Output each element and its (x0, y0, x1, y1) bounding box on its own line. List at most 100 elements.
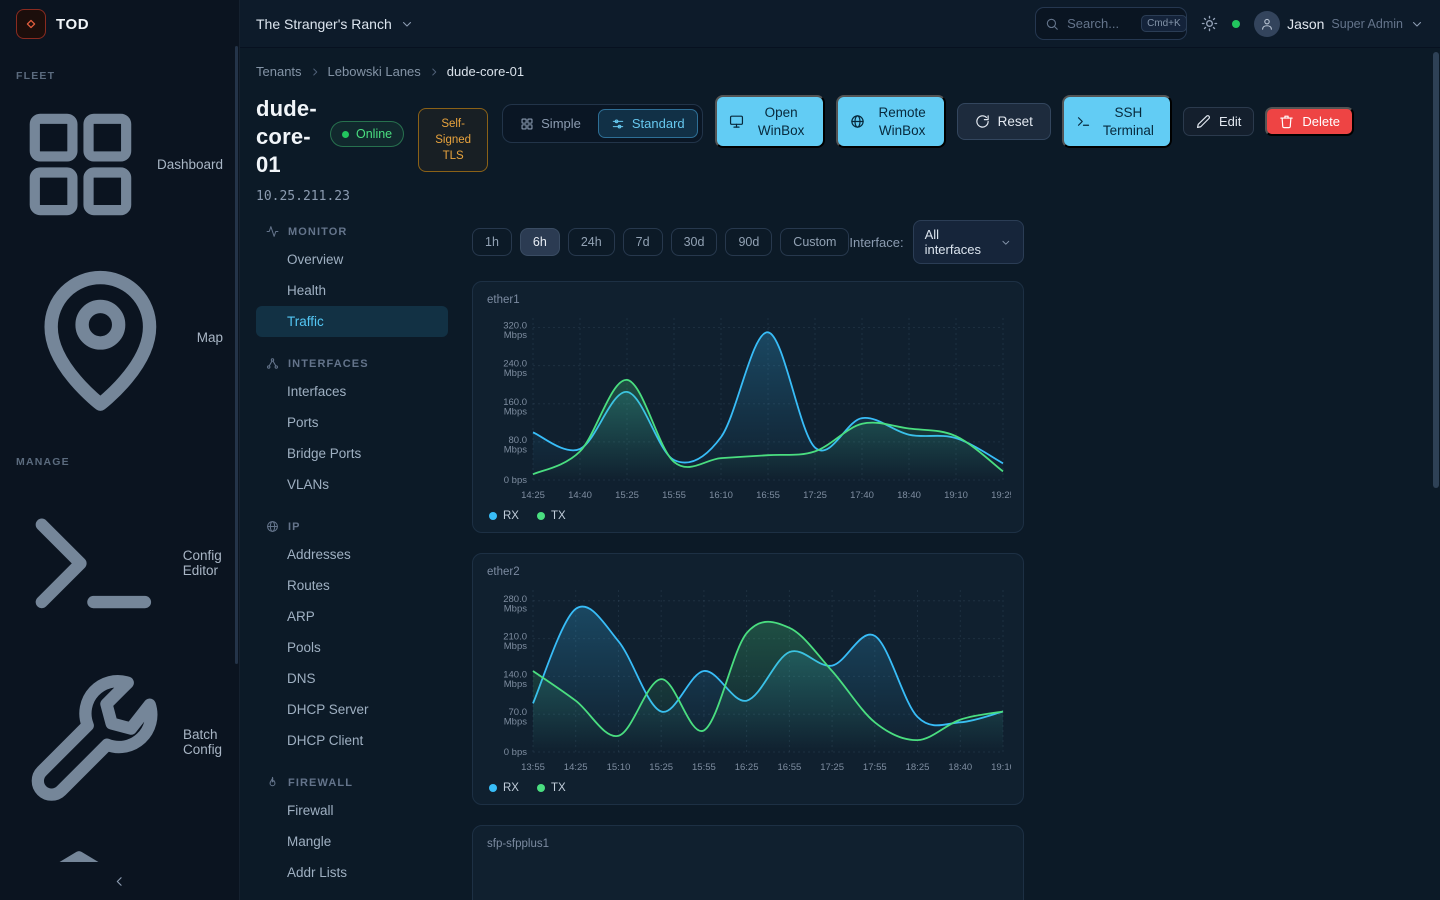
subnav-group-monitor: MONITOROverviewHealthTraffic (256, 218, 448, 337)
globe-icon (850, 114, 865, 129)
subnav-group-label: FIREWALL (288, 777, 353, 789)
button-label: Edit (1219, 114, 1241, 129)
range-pill-custom[interactable]: Custom (780, 228, 849, 256)
chevron-right-icon (309, 66, 321, 78)
chart-title: ether1 (487, 294, 1009, 306)
legend-dot-icon (537, 512, 545, 520)
subnav-item-ports[interactable]: Ports (256, 407, 448, 438)
button-label: Delete (1302, 114, 1340, 129)
network-icon (266, 357, 279, 370)
globe-icon (266, 520, 279, 533)
device-actions: Open WinBox Remote WinBox Reset SSH Termina… (715, 95, 1354, 148)
sidebar-item-label: Dashboard (157, 157, 223, 172)
delete-button[interactable]: Delete (1265, 107, 1354, 136)
ssh-terminal-button[interactable]: SSH Terminal (1062, 95, 1172, 148)
view-toggle-simple[interactable]: Simple (507, 109, 594, 138)
app-logo (16, 9, 46, 39)
grid-icon (520, 117, 534, 131)
svg-text:15:10: 15:10 (607, 762, 631, 773)
page-scrollbar[interactable] (1433, 52, 1439, 896)
svg-text:16:55: 16:55 (778, 762, 802, 773)
interface-select[interactable]: All interfaces (913, 220, 1024, 264)
subnav-item-arp[interactable]: ARP (256, 601, 448, 632)
subnav-item-interfaces[interactable]: Interfaces (256, 376, 448, 407)
subnav-group-header: IP (256, 513, 448, 539)
page-scrollbar-thumb[interactable] (1433, 52, 1439, 488)
subnav-item-dns[interactable]: DNS (256, 663, 448, 694)
diamond-icon (23, 16, 39, 32)
page-title: dude-core-01 (256, 95, 322, 179)
subnav-item-dhcp-client[interactable]: DHCP Client (256, 725, 448, 756)
svg-text:80.0Mbps: 80.0Mbps (504, 435, 527, 456)
topbar: The Stranger's Ranch Cmd+K Jason Super A… (240, 0, 1440, 48)
view-toggle-standard[interactable]: Standard (598, 109, 698, 138)
subnav-item-health[interactable]: Health (256, 275, 448, 306)
edit-button[interactable]: Edit (1183, 107, 1254, 136)
svg-text:0 bps: 0 bps (504, 747, 527, 758)
subnav-item-vlans[interactable]: VLANs (256, 469, 448, 500)
svg-text:160.0Mbps: 160.0Mbps (503, 397, 527, 418)
subnav-group-firewall: FIREWALL FirewallMangleAddr Lists (256, 769, 448, 888)
svg-text:140.0Mbps: 140.0Mbps (503, 670, 527, 691)
breadcrumb-item-tenants[interactable]: Tenants (256, 64, 302, 79)
remote-winbox-button[interactable]: Remote WinBox (836, 95, 946, 148)
connection-status-dot (1232, 20, 1240, 28)
subnav-item-firewall[interactable]: Firewall (256, 795, 448, 826)
subnav-group-header: MONITOR (256, 218, 448, 244)
sidebar-collapse-button[interactable] (0, 862, 239, 900)
svg-text:17:25: 17:25 (820, 762, 844, 773)
svg-text:18:40: 18:40 (948, 762, 972, 773)
sidebar-item-config-editor[interactable]: Config Editor (0, 474, 239, 653)
tenant-selector[interactable]: The Stranger's Ranch (256, 16, 414, 32)
range-pill-24h[interactable]: 24h (568, 228, 615, 256)
breadcrumb-item-lebowski-lanes[interactable]: Lebowski Lanes (328, 64, 421, 79)
subnav-item-addresses[interactable]: Addresses (256, 539, 448, 570)
svg-text:15:25: 15:25 (649, 762, 673, 773)
traffic-chart-card-ether2: ether2 280.0Mbps210.0Mbps140.0Mbps70.0Mbp… (472, 553, 1024, 805)
user-name: Jason (1287, 16, 1324, 32)
status-label: Online (356, 127, 392, 141)
main-area: The Stranger's Ranch Cmd+K Jason Super A… (240, 0, 1440, 900)
app-root: TOD FLEETDashboardMapMANAGEConfig Editor… (0, 0, 1440, 900)
range-pill-6h[interactable]: 6h (520, 228, 560, 256)
search-input[interactable] (1067, 16, 1133, 31)
sidebar-scrollbar[interactable] (235, 46, 238, 664)
subnav-item-mangle[interactable]: Mangle (256, 826, 448, 857)
subnav-item-pools[interactable]: Pools (256, 632, 448, 663)
subnav-item-overview[interactable]: Overview (256, 244, 448, 275)
sidebar-item-map[interactable]: Map (0, 241, 239, 434)
subnav-item-bridge-ports[interactable]: Bridge Ports (256, 438, 448, 469)
subnav-group-interfaces: INTERFACESInterfacesPortsBridge PortsVLA… (256, 350, 448, 500)
chevron-down-icon (400, 17, 414, 31)
range-pill-30d[interactable]: 30d (671, 228, 718, 256)
range-pill-7d[interactable]: 7d (623, 228, 663, 256)
flame-icon (266, 776, 279, 789)
open-winbox-button[interactable]: Open WinBox (715, 95, 825, 148)
subnav-item-traffic[interactable]: Traffic (256, 306, 448, 337)
device-subnav: MONITOROverviewHealthTraffic INTERFACESIn… (256, 218, 448, 900)
subnav-item-dhcp-server[interactable]: DHCP Server (256, 694, 448, 725)
svg-text:14:25: 14:25 (564, 762, 588, 773)
subnav-item-routes[interactable]: Routes (256, 570, 448, 601)
range-pill-1h[interactable]: 1h (472, 228, 512, 256)
reset-button[interactable]: Reset (957, 103, 1051, 140)
sidebar-section-label: FLEET (16, 70, 223, 82)
traffic-chart-svg: 280.0Mbps210.0Mbps140.0Mbps70.0Mbps0 bps… (487, 580, 1011, 778)
user-menu[interactable]: Jason Super Admin (1254, 11, 1424, 37)
chevron-left-icon (112, 874, 127, 889)
sidebar-section-manage: MANAGEConfig EditorBatch ConfigBulk Comm… (0, 456, 239, 900)
theme-toggle-sun-icon[interactable] (1201, 15, 1218, 32)
chart-title: sfp-sfpplus1 (487, 838, 1009, 850)
legend-tx: TX (537, 782, 566, 794)
sidebar-item-batch-config[interactable]: Batch Config (0, 652, 239, 831)
sidebar-item-dashboard[interactable]: Dashboard (0, 88, 239, 241)
map-pin-icon (16, 253, 185, 422)
chevron-down-icon (1000, 236, 1012, 249)
interface-select-value: All interfaces (925, 227, 992, 257)
button-label: Remote WinBox (873, 104, 932, 139)
device-title-block: dude-core-01 10.25.211.23 (256, 95, 322, 204)
range-pill-90d[interactable]: 90d (725, 228, 772, 256)
sidebar: TOD FLEETDashboardMapMANAGEConfig Editor… (0, 0, 240, 900)
subnav-item-addr-lists[interactable]: Addr Lists (256, 857, 448, 888)
chart-title: ether2 (487, 566, 1009, 578)
